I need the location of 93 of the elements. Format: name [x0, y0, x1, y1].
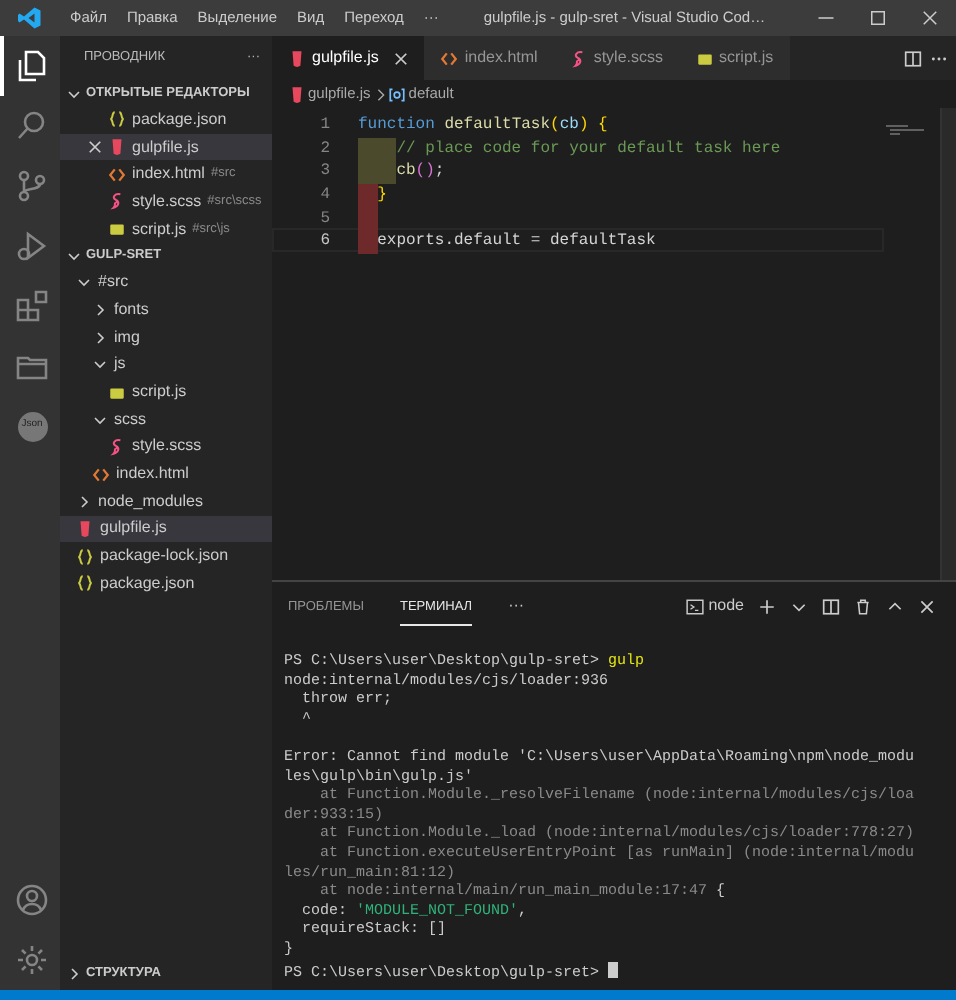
line-number: 1: [318, 114, 332, 134]
item-name: js: [114, 352, 126, 377]
line-number: 3: [318, 160, 332, 181]
chevron-right-icon[interactable]: [92, 301, 108, 318]
file-item[interactable]: style.scss: [60, 433, 272, 461]
line-number: 4: [318, 184, 332, 204]
editor-tab[interactable]: index.html: [424, 36, 554, 80]
line-number: 6: [318, 230, 332, 251]
close-icon[interactable]: [917, 597, 935, 615]
item-name: #src: [98, 270, 129, 295]
open-editor-item[interactable]: package.json: [60, 106, 272, 134]
minimap-drawing: [884, 124, 924, 136]
close-icon[interactable]: [394, 51, 409, 65]
open-editor-item[interactable]: gulpfile.js: [60, 133, 272, 161]
file-name: script.js: [132, 217, 187, 242]
branch-icon[interactable]: [16, 170, 48, 202]
swirl-icon: [108, 437, 126, 456]
line-number: 5: [318, 207, 332, 227]
scrollbar[interactable]: [940, 108, 956, 580]
item-name: style.scss: [132, 434, 202, 459]
angle-brackets-icon: [108, 165, 126, 184]
item-name: script.js: [132, 380, 187, 405]
file-name: gulpfile.js: [132, 135, 199, 160]
braces-icon: [108, 110, 126, 129]
code-line: // place code for your default task here: [396, 137, 781, 157]
code-line: function defaultTask(cb) {: [358, 114, 608, 134]
code-line: }: [377, 184, 387, 204]
file-name: package.json: [132, 107, 227, 132]
file-item[interactable]: gulpfile.js: [60, 515, 272, 543]
item-name: gulpfile.js: [100, 516, 167, 541]
item-name: node_modules: [98, 489, 203, 514]
terminal-selector[interactable]: node: [708, 594, 744, 618]
play-bug-icon[interactable]: [16, 230, 48, 262]
braces-icon: [76, 547, 94, 566]
item-name: package-lock.json: [100, 544, 229, 569]
chevron-down-icon[interactable]: [92, 356, 108, 373]
code-line: cb();: [396, 160, 445, 181]
angle-brackets-icon: [440, 49, 459, 67]
folder-item[interactable]: node_modules: [60, 487, 272, 516]
file-item[interactable]: script.js: [60, 378, 272, 406]
swirl-icon: [108, 192, 126, 211]
file-name: index.html: [132, 162, 205, 187]
files-icon[interactable]: [16, 50, 48, 82]
file-item[interactable]: package.json: [60, 570, 272, 598]
chevron-down-icon[interactable]: [76, 274, 92, 291]
chevron-up-icon[interactable]: [885, 597, 903, 615]
more-actions[interactable]: ···: [508, 594, 525, 618]
file-name: style.scss: [132, 189, 202, 214]
angle-brackets-icon: [92, 465, 110, 484]
folder-item[interactable]: #src: [60, 268, 272, 297]
line-number: 2: [318, 137, 332, 157]
terminal-icon: [686, 597, 705, 615]
settings-icon[interactable]: [16, 944, 48, 976]
square-icon: [108, 220, 126, 239]
plus-icon[interactable]: [757, 597, 775, 615]
chevron-right-icon[interactable]: [66, 966, 82, 982]
editor-tab[interactable]: gulpfile.js: [272, 36, 425, 80]
code-line: exports.default = defaultTask: [377, 230, 656, 251]
folder-item[interactable]: scss: [60, 405, 272, 434]
split-terminal-icon[interactable]: [821, 597, 839, 615]
square-icon: [695, 49, 713, 67]
folder-item[interactable]: js: [60, 351, 272, 379]
symbol-icon: [388, 85, 407, 103]
item-name: scss: [114, 407, 146, 432]
file-item[interactable]: index.html: [60, 460, 272, 488]
search-icon[interactable]: [16, 110, 48, 142]
item-name: index.html: [116, 462, 189, 487]
chevron-down-icon[interactable]: [92, 411, 108, 428]
chevron-down-icon[interactable]: [66, 85, 82, 101]
file-item[interactable]: package-lock.json: [60, 542, 272, 570]
item-name: fonts: [114, 297, 149, 322]
item-name: package.json: [100, 571, 195, 596]
folder-item[interactable]: fonts: [60, 296, 272, 324]
trash-icon[interactable]: [853, 597, 871, 615]
square-icon: [108, 383, 126, 402]
user-icon[interactable]: [16, 884, 48, 916]
folder-item[interactable]: img: [60, 323, 272, 351]
chevron-right-icon: [374, 87, 389, 101]
chevron-right-icon[interactable]: [76, 493, 92, 510]
cup-icon: [76, 519, 94, 538]
item-name: img: [114, 325, 140, 350]
close-icon[interactable]: [88, 140, 102, 155]
maximize-icon[interactable]: [868, 8, 888, 28]
editor-tab[interactable]: script.js: [679, 36, 790, 80]
chevron-right-icon[interactable]: [92, 329, 108, 346]
close-icon[interactable]: [920, 8, 940, 28]
split-editor-icon[interactable]: [904, 49, 922, 67]
swirl-icon: [569, 49, 588, 67]
cup-icon: [108, 138, 126, 157]
editor-tab[interactable]: style.scss: [553, 36, 679, 80]
chevron-down-icon[interactable]: [66, 247, 82, 264]
blocks-icon[interactable]: [16, 290, 48, 322]
braces-icon: [76, 574, 94, 593]
